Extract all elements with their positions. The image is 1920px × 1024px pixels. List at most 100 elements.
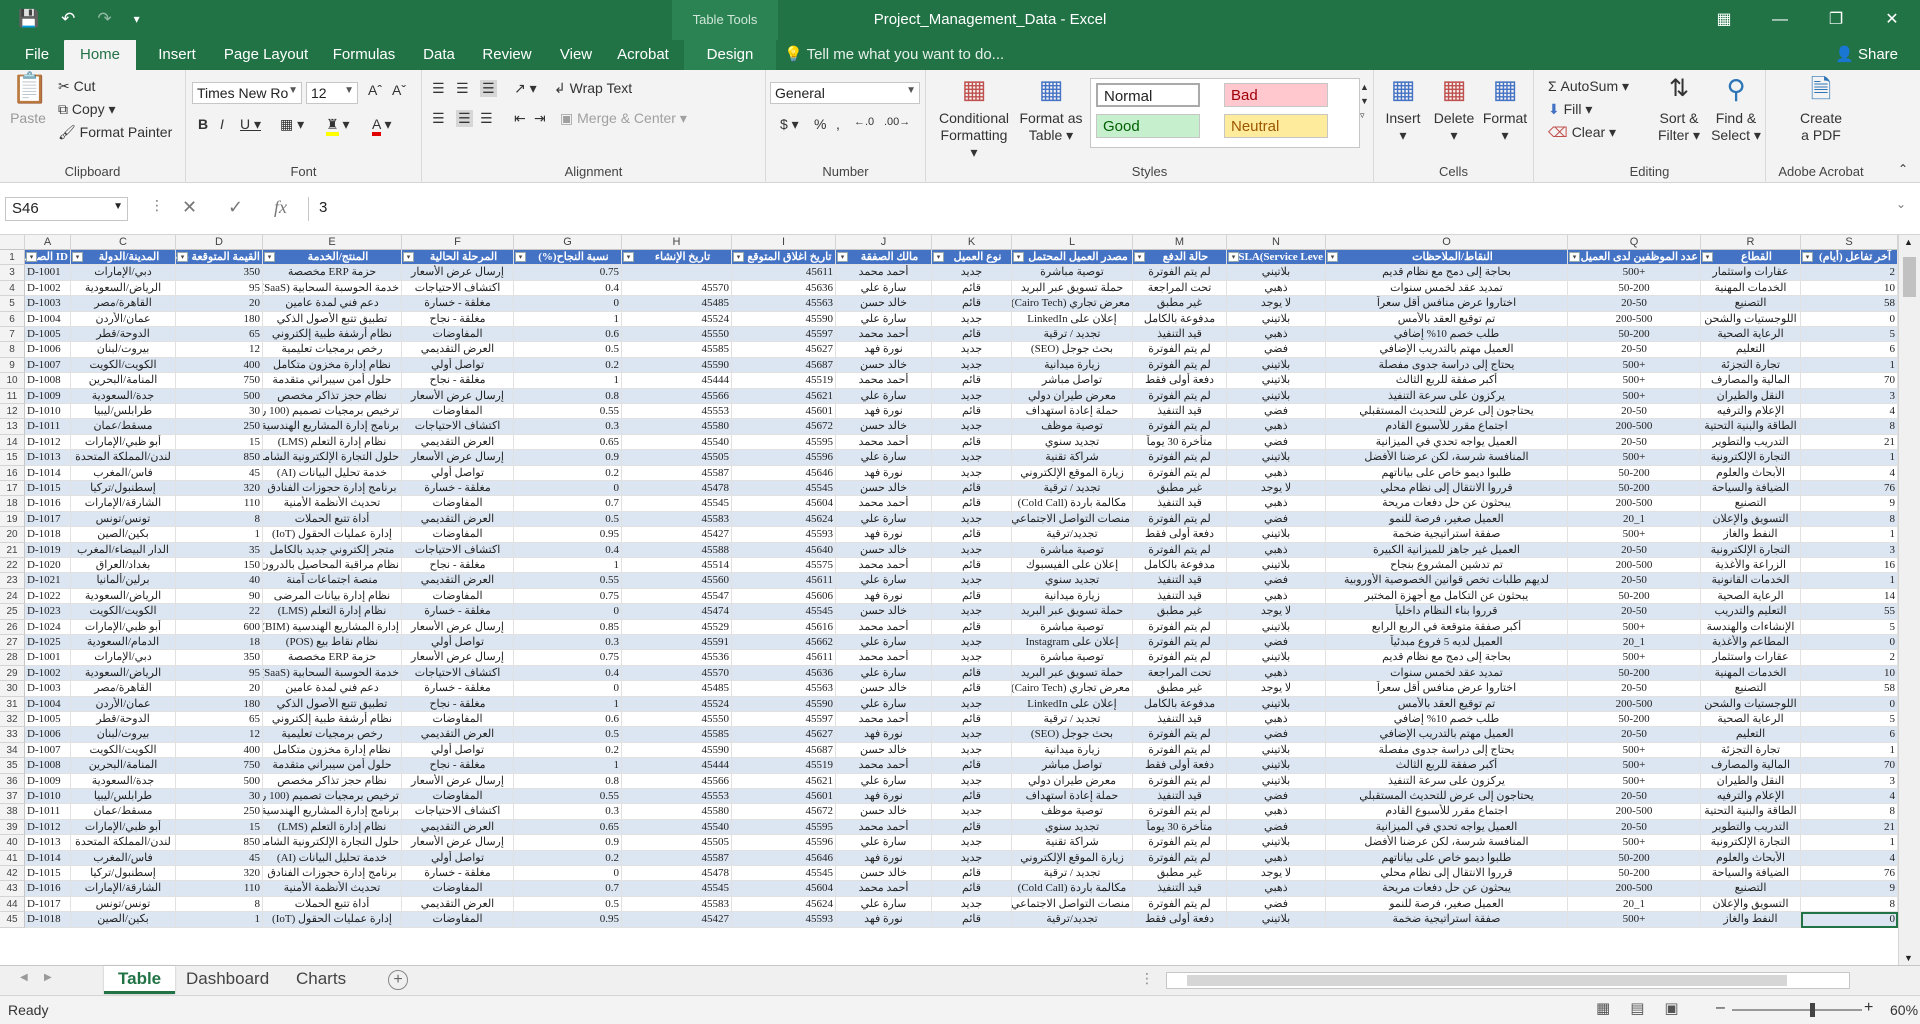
table-cell[interactable]: جديد [932, 727, 1012, 743]
table-cell[interactable]: القاهرة/مصر [71, 681, 176, 697]
table-cell[interactable]: 45 [176, 850, 263, 866]
autosum-button[interactable]: Σ AutoSum ▾ [1548, 78, 1629, 95]
table-cell[interactable]: قائم [932, 681, 1012, 697]
table-cell[interactable]: النقل والطيران [1701, 773, 1801, 789]
table-cell[interactable]: 1_20 [1568, 635, 1701, 651]
table-cell[interactable]: قيد التنفيذ [1133, 496, 1227, 512]
table-cell[interactable]: 4 [1801, 789, 1898, 805]
table-cell[interactable]: غير مطبق [1133, 296, 1227, 312]
table-cell[interactable]: D-1005 [25, 327, 71, 343]
table-cell[interactable]: 45590 [732, 696, 836, 712]
gallery-scroll-icon[interactable]: ▲ ▼ ▿ [1360, 80, 1369, 122]
table-cell[interactable]: 40 [176, 573, 263, 589]
table-cell[interactable]: قيد التنفيذ [1133, 712, 1227, 728]
table-cell[interactable]: عقارات واستثمار [1701, 650, 1801, 666]
table-cell[interactable]: نورة فهد [836, 588, 932, 605]
zoom-knob[interactable] [1810, 1003, 1815, 1017]
table-cell[interactable]: النفط والغاز [1701, 527, 1801, 543]
table-cell[interactable]: 0.5 [514, 727, 622, 743]
table-cell[interactable]: بلاتيني [1227, 373, 1326, 389]
table-cell[interactable]: شراكة تقنية [1012, 450, 1133, 466]
table-cell[interactable]: 45514 [622, 558, 732, 574]
row-header[interactable]: 16 [0, 465, 25, 481]
column-header[interactable]: R [1701, 235, 1801, 250]
table-cell[interactable]: 45536 [622, 650, 732, 666]
table-cell[interactable]: قائم [932, 912, 1012, 928]
column-header[interactable]: O [1326, 235, 1568, 250]
table-cell[interactable]: النقل والطيران [1701, 388, 1801, 404]
table-cell[interactable]: +500 [1568, 619, 1701, 635]
column-header[interactable]: I [732, 235, 836, 250]
table-cell[interactable]: لم يتم الفوترة [1133, 742, 1227, 759]
table-cell[interactable]: قائم [932, 712, 1012, 728]
table-cell[interactable]: 30 [176, 789, 263, 805]
table-cell[interactable]: الدوحة/قطر [71, 712, 176, 728]
table-header-cell[interactable]: ID الصفقة▾ [25, 250, 71, 266]
table-cell[interactable]: 5 [1801, 619, 1898, 635]
table-cell[interactable]: جديد [932, 604, 1012, 620]
table-cell[interactable]: العرض التقديمي [402, 727, 514, 743]
table-cell[interactable]: قائم [932, 881, 1012, 897]
table-cell[interactable]: 850 [176, 450, 263, 466]
table-cell[interactable]: تجديد/ترقية [1012, 912, 1133, 928]
table-cell[interactable]: بلاتيني [1227, 450, 1326, 466]
table-cell[interactable]: تطبيق تتبع الأصول الذكي [263, 696, 402, 712]
table-cell[interactable]: لم يتم الفوترة [1133, 511, 1227, 528]
table-cell[interactable]: نظام إدارة التعلم (LMS) [263, 819, 402, 836]
table-cell[interactable]: 8 [176, 896, 263, 913]
table-cell[interactable]: 15 [176, 434, 263, 451]
table-cell[interactable]: سارة علي [836, 450, 932, 466]
table-cell[interactable]: الرعاية الصحية [1701, 588, 1801, 605]
align-left-icon[interactable]: ☰ [432, 110, 445, 127]
table-cell[interactable]: 0.3 [514, 635, 622, 651]
align-middle-icon[interactable]: ☰ [456, 80, 469, 97]
active-cell[interactable]: 0 [1801, 912, 1898, 928]
table-cell[interactable]: لا يوجد [1227, 296, 1326, 312]
table-cell[interactable]: جديد [932, 635, 1012, 651]
table-cell[interactable]: التعليم والتدريب [1701, 604, 1801, 620]
table-cell[interactable]: أحمد محمد [836, 758, 932, 774]
filter-dropdown-icon[interactable]: ▾ [623, 252, 634, 262]
find-select-button[interactable]: ⚲ Find & Select ▾ [1708, 72, 1764, 144]
table-cell[interactable]: 50-200 [1568, 866, 1701, 882]
table-cell[interactable]: 76 [1801, 481, 1898, 497]
table-cell[interactable]: 45519 [732, 373, 836, 389]
align-right-icon[interactable]: ☰ [480, 110, 493, 127]
row-header[interactable]: 6 [0, 311, 25, 327]
table-cell[interactable]: 45524 [622, 696, 732, 712]
table-cell[interactable]: 45545 [732, 481, 836, 497]
row-header[interactable]: 21 [0, 542, 25, 558]
table-cell[interactable]: تجديد سنوي [1012, 434, 1133, 451]
table-cell[interactable]: إعلان على الفيسبوك [1012, 558, 1133, 574]
table-cell[interactable]: عمان/الأردن [71, 696, 176, 712]
table-cell[interactable]: توصية مباشرة [1012, 265, 1133, 281]
name-box[interactable]: S46 ▼ [5, 197, 128, 221]
table-cell[interactable]: إرسال عرض الأسعار [402, 835, 514, 851]
table-cell[interactable]: قائم [932, 758, 1012, 774]
table-cell[interactable]: لم يتم الفوترة [1133, 388, 1227, 404]
table-cell[interactable]: جديد [932, 573, 1012, 589]
table-cell[interactable]: توصية مباشرة [1012, 650, 1133, 666]
table-cell[interactable]: 95 [176, 665, 263, 682]
table-cell[interactable]: 45611 [732, 265, 836, 281]
table-cell[interactable]: التعليم [1701, 727, 1801, 743]
table-cell[interactable]: جديد [932, 650, 1012, 666]
table-cell[interactable]: أداة تتبع الحملات [263, 896, 402, 913]
table-cell[interactable]: 10 [1801, 280, 1898, 297]
table-cell[interactable]: 0.2 [514, 742, 622, 759]
table-cell[interactable]: لم يتم الفوترة [1133, 896, 1227, 913]
table-cell[interactable]: 45570 [622, 280, 732, 297]
table-cell[interactable]: 350 [176, 265, 263, 281]
table-cell[interactable]: 45672 [732, 804, 836, 820]
table-cell[interactable]: ذهبي [1227, 542, 1326, 558]
table-cell[interactable]: منصات التواصل الاجتماعي [1012, 511, 1133, 528]
table-cell[interactable]: نورة فهد [836, 342, 932, 358]
table-cell[interactable]: 0.7 [514, 881, 622, 897]
tab-page-layout[interactable]: Page Layout [218, 40, 314, 70]
table-cell[interactable]: قائم [932, 481, 1012, 497]
table-cell[interactable]: الرياض/السعودية [71, 588, 176, 605]
table-cell[interactable]: 8 [176, 511, 263, 528]
table-cell[interactable]: متأخرة 30 يوماً [1133, 819, 1227, 836]
table-cell[interactable]: +500 [1568, 527, 1701, 543]
table-cell[interactable]: العميل صغير، فرصة للنمو [1326, 511, 1568, 528]
